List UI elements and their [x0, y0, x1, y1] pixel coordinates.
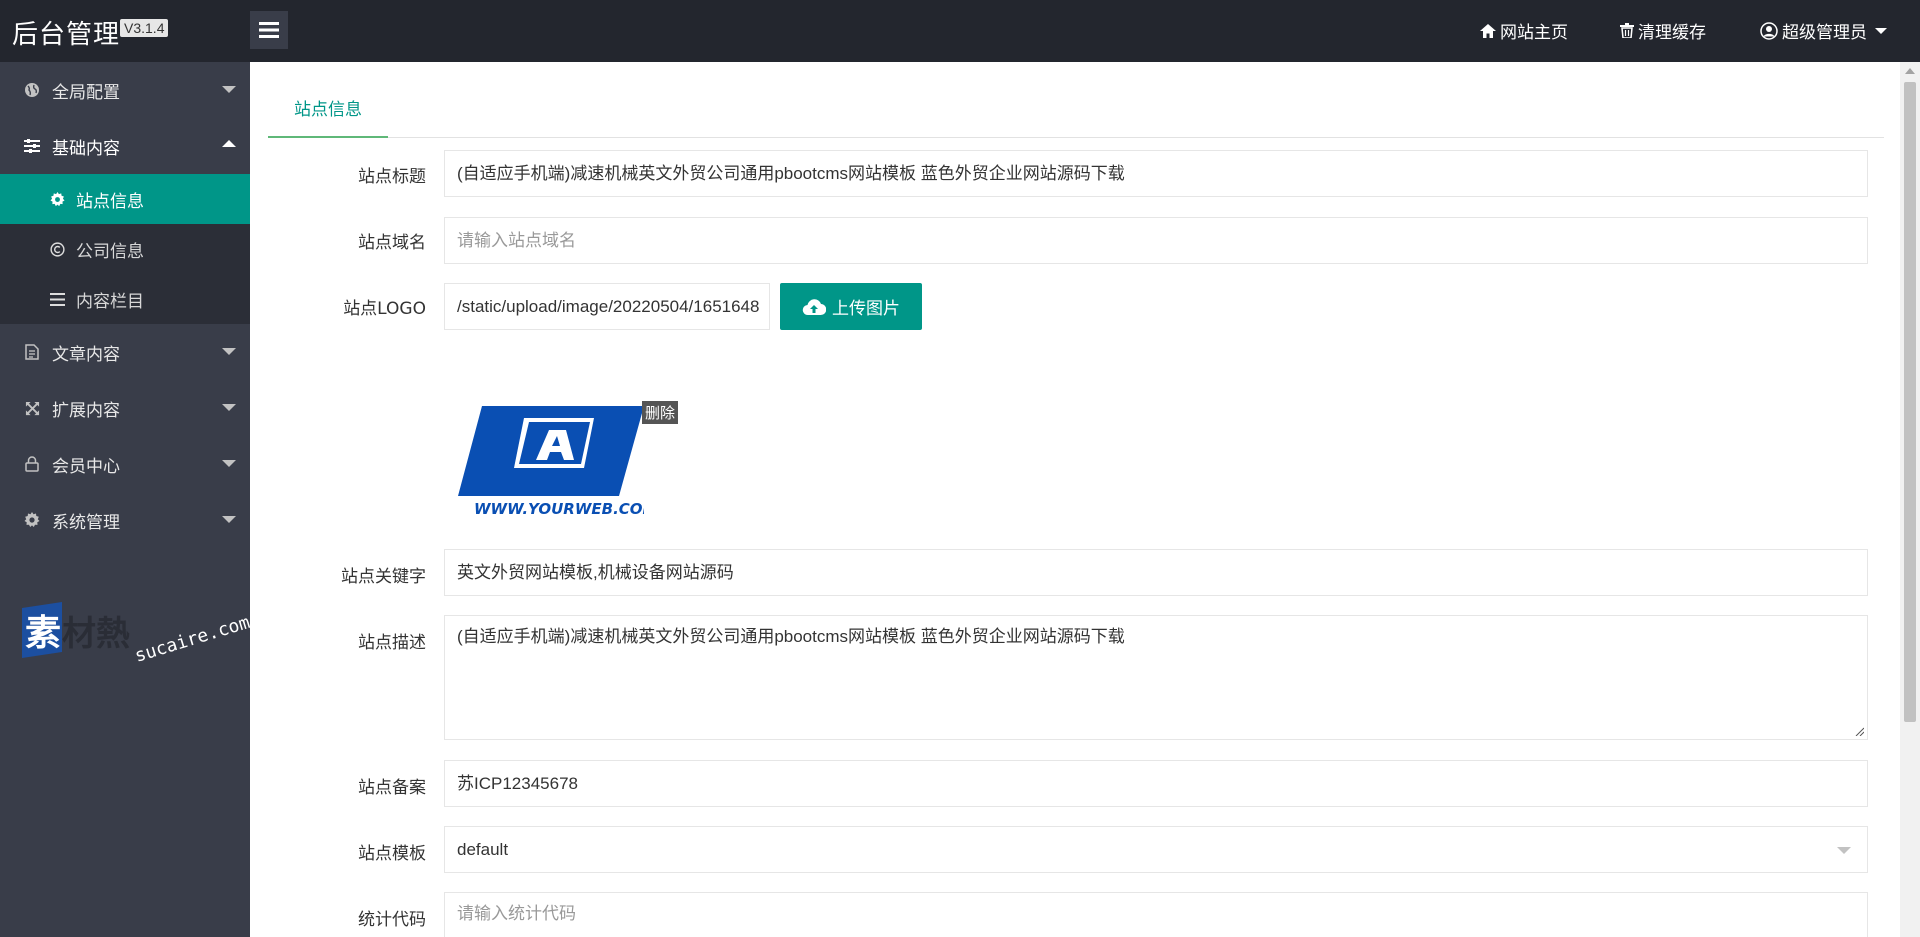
site-domain-label: 站点域名 — [358, 233, 426, 253]
site-domain-field[interactable]: 请输入站点域名 — [444, 217, 1868, 264]
chevron-down-icon — [222, 404, 236, 411]
site-home-link[interactable]: 网站主页 — [1480, 18, 1568, 43]
home-icon — [1480, 23, 1496, 38]
trash-icon — [1620, 23, 1634, 38]
gear-icon — [48, 191, 66, 207]
chevron-down-icon — [222, 86, 236, 93]
app-logo[interactable]: 后台管理 — [12, 14, 120, 51]
sidebar: 全局配置 基础内容 站点信息 公司信息 内容栏目 文章内容 扩展内容 会员中心 — [0, 62, 252, 937]
site-keywords-field[interactable]: 英文外贸网站模板,机械设备网站源码 — [444, 549, 1868, 596]
sidebar-item-label: 扩展内容 — [52, 400, 120, 421]
watermark-logo: 素 材熱 sucaire.com — [22, 602, 252, 667]
resize-grip-icon[interactable] — [1854, 726, 1864, 736]
cloud-upload-icon — [802, 298, 826, 315]
sidebar-subitem-site-info[interactable]: 站点信息 — [0, 174, 250, 224]
delete-logo-button[interactable]: 删除 — [642, 401, 679, 424]
site-template-label: 站点模板 — [358, 844, 426, 864]
sidebar-subitem-label: 内容栏目 — [76, 291, 144, 312]
site-template-value: default — [457, 840, 509, 859]
site-logo-label: 站点LOGO — [343, 299, 426, 319]
user-circle-icon — [1760, 21, 1778, 40]
gear-icon — [22, 512, 42, 528]
chevron-down-icon — [222, 348, 236, 355]
main-content: 站点信息 站点标题 (自适应手机端)减速机械英文外贸公司通用pbootcms网站… — [250, 62, 1900, 937]
scrollbar-thumb[interactable] — [1904, 82, 1916, 722]
user-menu[interactable]: 超级管理员 — [1760, 18, 1887, 43]
scroll-up-icon[interactable] — [1905, 68, 1915, 74]
sidebar-item-label: 会员中心 — [52, 456, 120, 477]
sidebar-item-label: 系统管理 — [52, 512, 120, 533]
menu-toggle-button[interactable] — [250, 11, 288, 49]
copyright-icon — [48, 241, 66, 257]
sidebar-item-member-center[interactable]: 会员中心 — [0, 436, 250, 492]
watermark-main-text: 素 — [25, 613, 61, 654]
logo-preview-image[interactable]: WWW.YOURWEB.COM — [444, 406, 644, 526]
lock-icon — [22, 456, 42, 472]
sidebar-item-article-content[interactable]: 文章内容 — [0, 324, 250, 380]
version-badge: V3.1.4 — [120, 19, 169, 37]
sidebar-item-label: 基础内容 — [52, 138, 120, 159]
sidebar-item-extended-content[interactable]: 扩展内容 — [0, 380, 250, 436]
watermark-main-text-2: 材熱 — [62, 614, 130, 654]
top-header: 后台管理 V3.1.4 网站主页 清理缓存 超级管理员 — [0, 0, 1920, 62]
sidebar-subitem-label: 站点信息 — [76, 191, 144, 212]
clear-cache-label: 清理缓存 — [1638, 23, 1706, 43]
sidebar-subitem-company-info[interactable]: 公司信息 — [0, 224, 250, 274]
site-description-field[interactable]: (自适应手机端)减速机械英文外贸公司通用pbootcms网站模板 蓝色外贸企业网… — [444, 615, 1868, 740]
sidebar-subitem-label: 公司信息 — [76, 241, 144, 262]
stats-code-label: 统计代码 — [358, 910, 426, 930]
chevron-down-icon — [1875, 27, 1887, 34]
watermark-url: sucaire.com — [132, 612, 252, 667]
site-description-label: 站点描述 — [358, 633, 426, 653]
tab-bar: 站点信息 — [268, 92, 1884, 138]
site-home-label: 网站主页 — [1500, 23, 1568, 43]
site-description-value: (自适应手机端)减速机械英文外贸公司通用pbootcms网站模板 蓝色外贸企业网… — [457, 627, 1125, 646]
sidebar-item-global-config[interactable]: 全局配置 — [0, 62, 250, 118]
stats-code-field[interactable]: 请输入统计代码 — [444, 892, 1868, 937]
sidebar-item-label: 全局配置 — [52, 82, 120, 103]
sidebar-subitem-content-columns[interactable]: 内容栏目 — [0, 274, 250, 324]
site-keywords-label: 站点关键字 — [341, 567, 426, 587]
vertical-scrollbar[interactable] — [1900, 62, 1920, 937]
hamburger-icon — [259, 22, 279, 38]
site-logo-field[interactable]: /static/upload/image/20220504/1651648 — [444, 283, 770, 330]
sidebar-item-label: 文章内容 — [52, 344, 120, 365]
expand-icon — [22, 401, 42, 416]
site-title-field[interactable]: (自适应手机端)减速机械英文外贸公司通用pbootcms网站模板 蓝色外贸企业网… — [444, 150, 1868, 197]
sidebar-submenu: 站点信息 公司信息 内容栏目 — [0, 174, 250, 324]
chevron-down-icon — [222, 516, 236, 523]
chevron-down-icon — [1837, 847, 1851, 854]
logo-preview-text: WWW.YOURWEB.COM — [474, 500, 644, 518]
upload-image-label: 上传图片 — [832, 299, 900, 319]
globe-icon — [22, 82, 42, 98]
tab-site-info[interactable]: 站点信息 — [268, 92, 388, 138]
upload-image-button[interactable]: 上传图片 — [780, 283, 922, 330]
site-template-select[interactable]: default — [444, 826, 1868, 873]
chevron-down-icon — [222, 460, 236, 467]
site-title-label: 站点标题 — [358, 167, 426, 187]
site-icp-field[interactable]: 苏ICP12345678 — [444, 760, 1868, 807]
chevron-up-icon — [222, 140, 236, 147]
sidebar-item-basic-content[interactable]: 基础内容 — [0, 118, 250, 174]
user-name: 超级管理员 — [1782, 23, 1867, 43]
sliders-icon — [22, 139, 42, 153]
site-icp-label: 站点备案 — [358, 778, 426, 798]
list-icon — [48, 292, 66, 306]
clear-cache-link[interactable]: 清理缓存 — [1620, 18, 1706, 43]
sidebar-item-system-management[interactable]: 系统管理 — [0, 492, 250, 548]
document-icon — [22, 344, 42, 360]
